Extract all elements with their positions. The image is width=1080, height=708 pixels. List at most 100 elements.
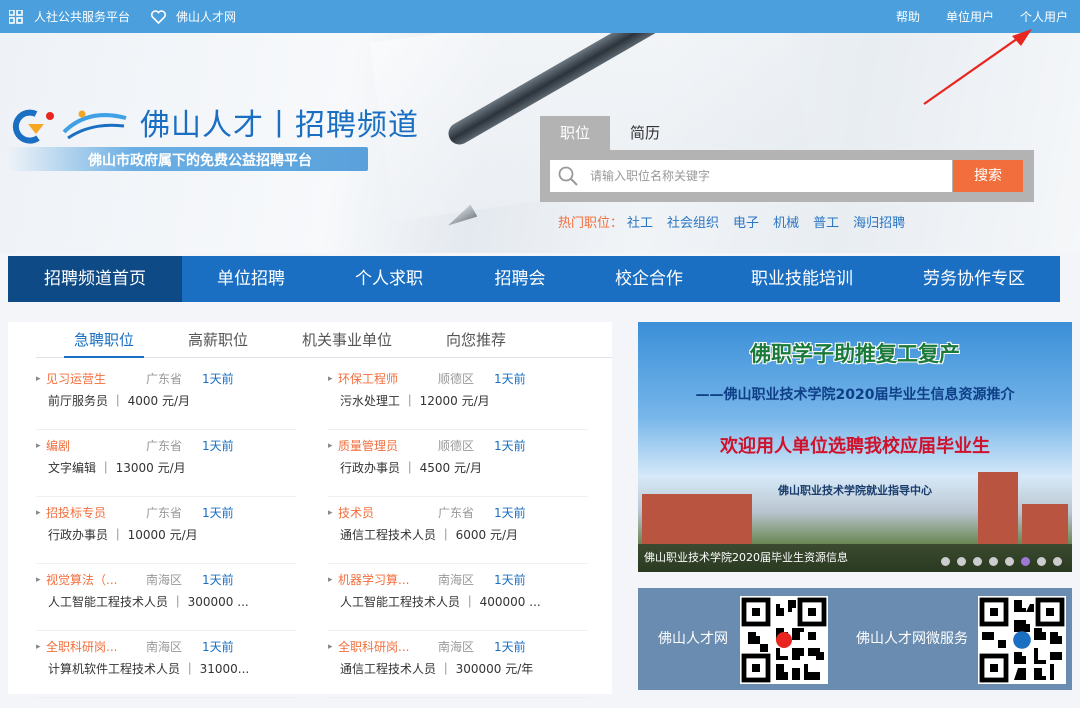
job-item[interactable]: ▸ 编剧 广东省 1天前文字编辑 ｜ 13000 元/月 [36,431,296,497]
grid-icon[interactable] [8,9,24,25]
foshan-talent-link[interactable]: 佛山人才网 [176,8,236,25]
main-nav: 招聘频道首页 单位招聘 个人求职 招聘会 校企合作 职业技能培训 劳务协作专区 [8,256,1060,302]
job-item[interactable]: ▸ 见习运营生 广东省 1天前 前厅服务员 ｜ 4000 元/月 [36,364,296,430]
job-time: 1天前 [202,439,234,453]
banner-building [642,494,752,544]
job-time: 1天前 [494,506,526,520]
bullet-icon: ▸ [328,440,333,451]
carousel-dot[interactable] [941,557,950,566]
logo-mark-icon [12,109,127,144]
job-title-row: ▸ 环保工程师 顺德区 1天前 [328,370,588,387]
job-title[interactable]: 编剧 [46,437,146,454]
top-bar: 人社公共服务平台 佛山人才网 帮助 单位用户 个人用户 [0,0,1080,33]
job-title[interactable]: 机器学习算... [338,571,438,588]
hot-job-link[interactable]: 社会组织 [667,212,719,231]
carousel-dot[interactable] [1005,557,1014,566]
top-bar-left: 人社公共服务平台 佛山人才网 [8,0,256,33]
search-tab-jobs[interactable]: 职位 [540,116,610,150]
hot-job-link[interactable]: 普工 [813,212,839,231]
job-title[interactable]: 见习运营生 [46,370,146,387]
job-area: 广东省 [146,372,183,386]
tab-recommended[interactable]: 向您推荐 [436,322,516,358]
job-area: 广东省 [146,439,183,453]
bullet-icon: ▸ [36,574,41,585]
nav-item-employer-recruit[interactable]: 单位招聘 [182,256,320,302]
job-time: 1天前 [494,640,526,654]
job-item[interactable]: ▸ 全职科研岗... 南海区 1天前 计算机软件工程技术人员 ｜ 31000... [36,632,296,698]
job-item[interactable]: ▸ 招投标专员 广东省 1天前行政办事员 ｜ 10000 元/月 [36,498,296,564]
heart-icon[interactable] [150,9,166,25]
personal-user-link[interactable]: 个人用户 [1020,8,1068,25]
search-button[interactable]: 搜索 [953,160,1023,192]
carousel-dot[interactable] [1021,557,1030,566]
job-time: 1天前 [494,439,526,453]
job-time: 1天前 [202,573,234,587]
job-time: 1天前 [494,372,526,386]
nav-item-job-fair[interactable]: 招聘会 [458,256,582,302]
bullet-icon: ▸ [328,641,333,652]
job-title-row: ▸ 全职科研岗... 南海区 1天前 [36,638,296,655]
carousel-dot[interactable] [957,557,966,566]
job-item[interactable]: ▸ 视觉算法（... 南海区 1天前 人工智能工程技术人员 ｜ 300000 ... [36,565,296,631]
help-link[interactable]: 帮助 [896,8,920,25]
hot-job-link[interactable]: 机械 [773,212,799,231]
job-detail: 人工智能工程技术人员 ｜ 300000 ... [48,595,249,609]
search-icon [558,166,578,186]
promo-banner[interactable]: 佛职学子助推复工复产 ——佛山职业技术学院2020届毕业生信息资源推介 欢迎用人… [638,322,1072,572]
employer-user-link[interactable]: 单位用户 [946,8,994,25]
job-item[interactable]: ▸ 环保工程师 顺德区 1天前 污水处理工 ｜ 12000 元/月 [328,364,588,430]
job-title[interactable]: 招投标专员 [46,504,146,521]
job-item[interactable]: ▸ 机器学习算... 南海区 1天前 人工智能工程技术人员 ｜ 400000 ... [328,565,588,631]
carousel-dots [934,557,1062,566]
nav-item-skills-training[interactable]: 职业技能培训 [716,256,888,302]
carousel-dot[interactable] [1037,557,1046,566]
job-title[interactable]: 全职科研岗... [338,638,438,655]
bullet-icon: ▸ [36,373,41,384]
job-item[interactable]: ▸ 质量管理员 顺德区 1天前 行政办事员 ｜ 4500 元/月 [328,431,588,497]
job-time: 1天前 [494,573,526,587]
carousel-dot[interactable] [973,557,982,566]
job-detail: 文字编辑 ｜ 13000 元/月 [48,461,186,475]
job-item[interactable]: ▸ 技术员 广东省 1天前 通信工程技术人员 ｜ 6000 元/月 [328,498,588,564]
job-detail: 通信工程技术人员 ｜ 300000 元/年 [340,662,534,676]
nav-item-job-seeking[interactable]: 个人求职 [320,256,458,302]
nav-item-labor-cooperation[interactable]: 劳务协作专区 [888,256,1060,302]
tab-urgent-jobs[interactable]: 急聘职位 [64,322,145,358]
carousel-dot[interactable] [1053,557,1062,566]
job-title-row: ▸ 招投标专员 广东省 1天前 [36,504,296,521]
nav-item-home[interactable]: 招聘频道首页 [8,256,182,302]
job-detail: 通信工程技术人员 ｜ 6000 元/月 [340,528,519,542]
search-tab-resumes[interactable]: 简历 [610,116,680,150]
job-title[interactable]: 视觉算法（... [46,571,146,588]
job-time: 1天前 [202,640,234,654]
tab-public-institutions[interactable]: 机关事业单位 [292,322,402,358]
bullet-icon: ▸ [328,507,333,518]
hot-job-link[interactable]: 电子 [733,212,759,231]
banner-building [1022,504,1068,544]
job-detail: 计算机软件工程技术人员 ｜ 31000... [48,662,250,676]
job-area: 南海区 [146,640,183,654]
job-title[interactable]: 环保工程师 [338,370,438,387]
search-input[interactable]: 请输入职位名称关键字 [550,160,952,192]
hot-job-link[interactable]: 海归招聘 [853,212,905,231]
hot-jobs-label: 热门职位： [558,216,624,231]
logo-subtitle: 佛山市政府属下的免费公益招聘平台 [88,153,312,169]
qr-code-icon [740,596,828,684]
qr-left-label: 佛山人才网 [658,631,728,647]
job-title[interactable]: 技术员 [338,504,438,521]
carousel-dot[interactable] [989,557,998,566]
nav-item-school-enterprise[interactable]: 校企合作 [582,256,716,302]
job-time: 1天前 [202,506,234,520]
site-logo[interactable]: 佛山人才丨招聘频道 佛山市政府属下的免费公益招聘平台 [8,100,428,175]
tab-high-salary[interactable]: 高薪职位 [178,322,258,358]
job-title[interactable]: 全职科研岗... [46,638,146,655]
search-widget: 职位 简历 请输入职位名称关键字 搜索 热门职位： 社工 社会组织 电子 机械 … [540,116,1034,240]
job-item[interactable]: ▸ 全职科研岗... 南海区 1天前 通信工程技术人员 ｜ 300000 元/年 [328,632,588,698]
job-detail: 行政办事员 ｜ 10000 元/月 [48,528,198,542]
search-placeholder: 请输入职位名称关键字 [590,169,711,183]
job-title-row: ▸ 技术员 广东省 1天前 [328,504,588,521]
job-title[interactable]: 质量管理员 [338,437,438,454]
bullet-icon: ▸ [36,440,41,451]
hot-job-link[interactable]: 社工 [627,212,653,231]
public-service-platform-link[interactable]: 人社公共服务平台 [34,8,130,25]
